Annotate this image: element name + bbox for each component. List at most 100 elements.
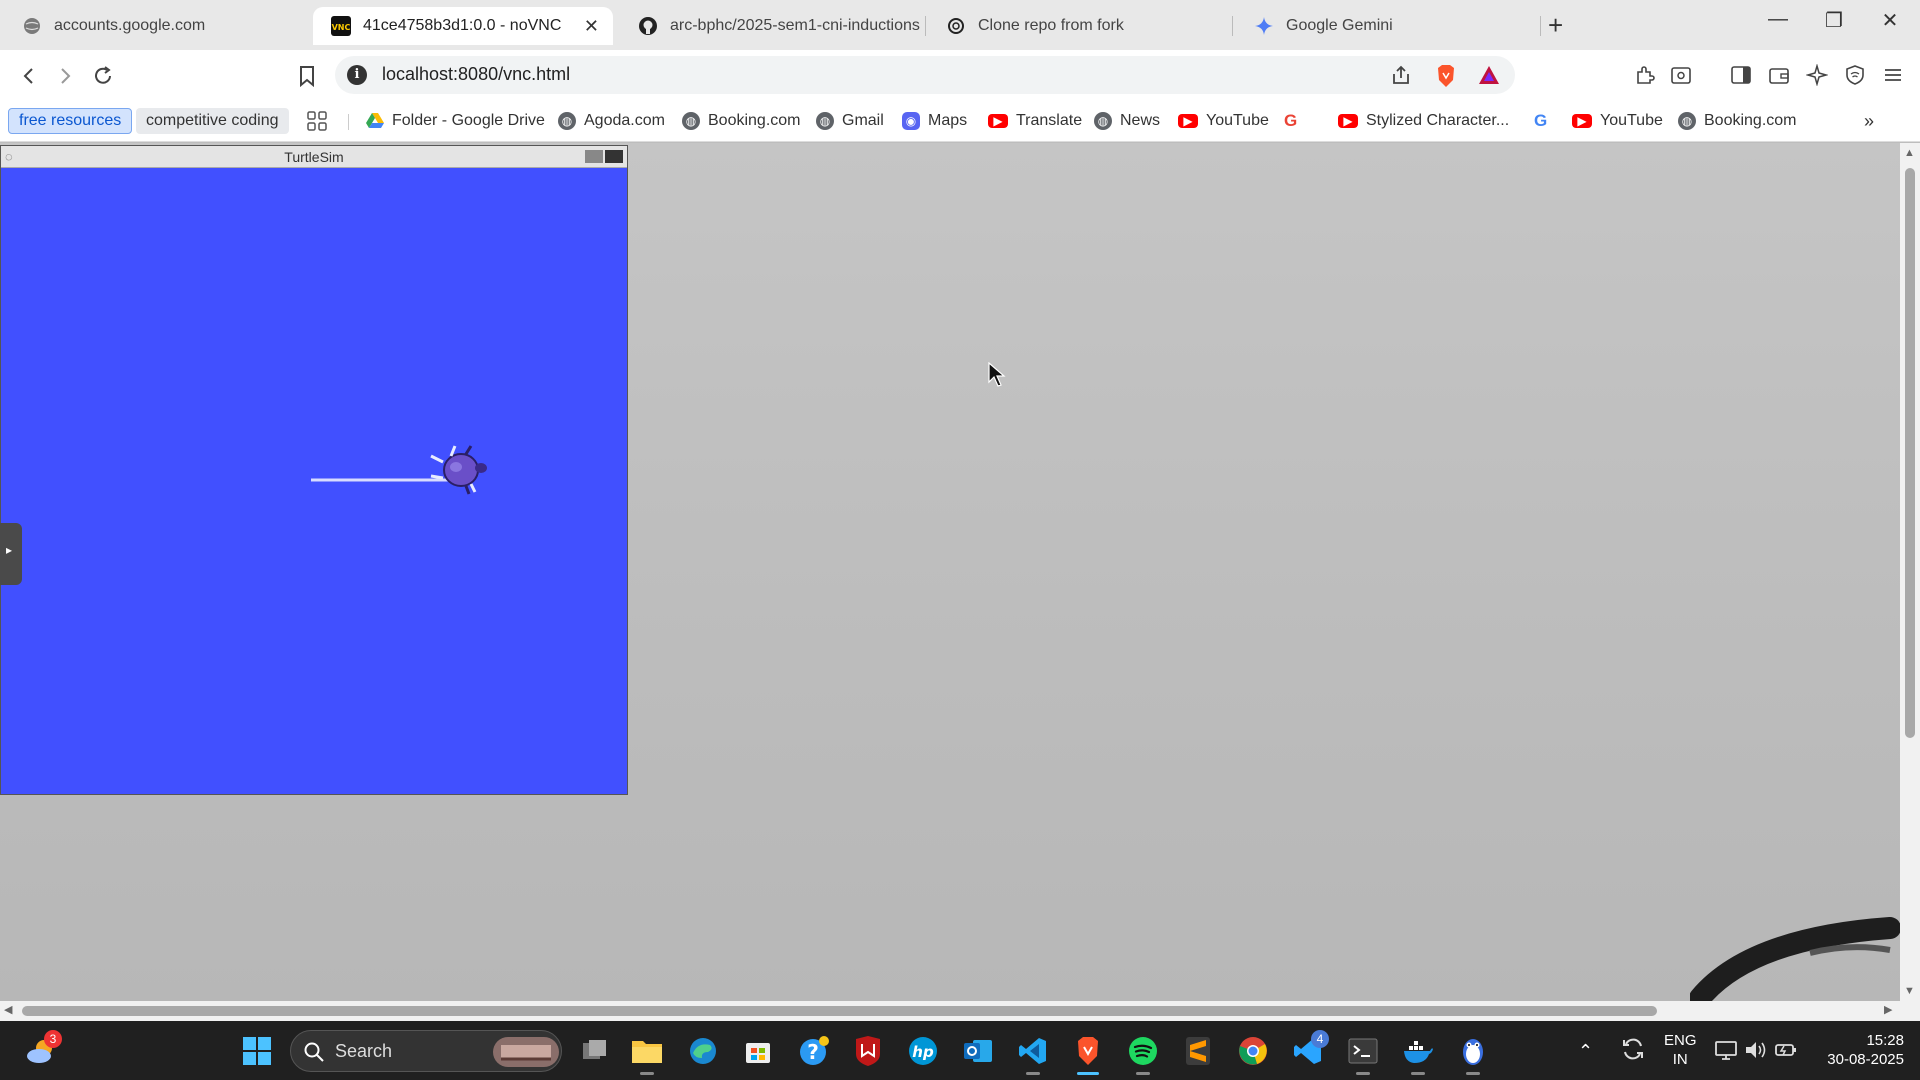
tab-novnc[interactable]: VNC 41ce4758b3d1:0.0 - noVNC ✕ — [313, 7, 613, 45]
bookmark-translate[interactable]: ▶ Translate — [988, 108, 1082, 134]
bookmark-news[interactable]: ◍ News — [1094, 108, 1160, 134]
globe-icon: ◍ — [682, 112, 700, 130]
bookmark-google-2[interactable]: G — [1534, 108, 1547, 134]
bookmark-gmail[interactable]: ◍ Gmail — [816, 108, 884, 134]
help-icon: ? — [800, 1036, 829, 1065]
bookmark-free-resources[interactable]: free resources — [8, 108, 133, 134]
url-text[interactable]: localhost:8080/vnc.html — [382, 64, 570, 85]
site-info-icon[interactable]: i — [347, 65, 367, 85]
microsoft-store-app[interactable] — [741, 1034, 775, 1068]
sublime-app[interactable] — [1181, 1034, 1215, 1068]
minimize-button[interactable]: — — [1750, 8, 1806, 31]
bookmark-button[interactable] — [292, 61, 322, 91]
bookmark-label: YouTube — [1600, 112, 1663, 129]
menu-icon[interactable] — [1880, 62, 1906, 88]
tab-search-icon[interactable] — [1668, 62, 1694, 88]
tab-title: Clone repo from fork — [978, 17, 1124, 34]
close-tab-icon[interactable]: ✕ — [584, 16, 599, 37]
scroll-left-icon[interactable]: ◀ — [4, 1003, 12, 1016]
hp-app[interactable]: hp — [906, 1034, 940, 1068]
address-bar[interactable]: i localhost:8080/vnc.html — [335, 56, 1515, 94]
mcafee-app[interactable] — [851, 1034, 885, 1068]
vertical-scroll-thumb[interactable] — [1905, 168, 1915, 738]
show-hidden-icons-chevron-icon[interactable]: ⌃ — [1578, 1041, 1593, 1080]
turtle-canvas[interactable] — [1, 168, 627, 794]
bookmark-google[interactable]: G — [1284, 108, 1297, 134]
start-button[interactable] — [240, 1034, 274, 1068]
share-icon[interactable] — [1390, 64, 1412, 92]
novnc-viewport[interactable]: ◌ TurtleSim — [0, 143, 1900, 1001]
weather-widget[interactable]: 3 — [24, 1030, 62, 1068]
vscode-app[interactable] — [1016, 1034, 1050, 1075]
network-icon[interactable] — [1714, 1039, 1738, 1080]
bookmark-booking[interactable]: ◍ Booking.com — [682, 108, 801, 134]
tab-github-repo[interactable]: arc-bphc/2025-sem1-cni-inductions — [620, 7, 920, 45]
language-code: ENG — [1664, 1032, 1697, 1049]
turtlesim-titlebar[interactable]: ◌ TurtleSim — [1, 146, 627, 168]
back-button[interactable] — [14, 61, 44, 91]
running-indicator — [640, 1072, 654, 1075]
sync-icon[interactable] — [1620, 1036, 1646, 1080]
restore-button[interactable]: ❐ — [1806, 8, 1862, 33]
bookmark-icon — [300, 66, 314, 87]
vertical-scrollbar[interactable]: ▲ ▼ — [1900, 143, 1920, 1001]
close-window-button[interactable]: ✕ — [1862, 8, 1918, 33]
horizontal-scroll-thumb[interactable] — [22, 1006, 1657, 1016]
linux-app[interactable] — [1456, 1034, 1490, 1075]
spotify-app[interactable] — [1126, 1034, 1160, 1075]
bookmark-youtube-2[interactable]: ▶ YouTube — [1572, 108, 1663, 134]
tab-chatgpt[interactable]: Clone repo from fork — [928, 7, 1228, 45]
terminal-app[interactable] — [1346, 1034, 1380, 1075]
window-buttons[interactable] — [585, 150, 623, 163]
language-indicator[interactable]: ENG IN — [1664, 1031, 1697, 1080]
window-minimize-icon[interactable] — [585, 150, 603, 163]
window-maximize-icon[interactable] — [605, 150, 623, 163]
outlook-app[interactable] — [961, 1034, 995, 1068]
brave-shields-icon[interactable] — [1435, 64, 1457, 94]
leo-ai-icon[interactable] — [1804, 62, 1830, 88]
new-tab-button[interactable]: + — [1548, 10, 1563, 41]
window-menu-icon[interactable]: ◌ — [5, 146, 13, 168]
bookmark-maps[interactable]: ◉ Maps — [902, 108, 967, 134]
bookmark-google-drive[interactable]: Folder - Google Drive — [366, 108, 545, 134]
docker-app[interactable] — [1401, 1034, 1435, 1075]
reload-button[interactable] — [88, 61, 118, 91]
sidebar-icon[interactable] — [1728, 62, 1754, 88]
tab-separator — [1540, 16, 1541, 36]
tab-gemini[interactable]: Google Gemini — [1236, 7, 1536, 45]
brave-rewards-icon[interactable] — [1477, 64, 1501, 92]
youtube-icon: ▶ — [1338, 114, 1358, 128]
volume-icon[interactable] — [1744, 1039, 1768, 1080]
bookmark-stylized-character[interactable]: ▶ Stylized Character... — [1338, 108, 1509, 134]
help-app[interactable]: ? — [797, 1034, 831, 1068]
vscode-insiders-app[interactable]: 4 — [1291, 1030, 1329, 1068]
scroll-right-icon[interactable]: ▶ — [1884, 1003, 1892, 1016]
store-icon — [746, 1043, 770, 1063]
scroll-down-icon[interactable]: ▼ — [1904, 985, 1915, 997]
wallet-icon[interactable] — [1766, 62, 1792, 88]
turtlesim-window[interactable]: ◌ TurtleSim — [0, 145, 628, 795]
tab-accounts-google[interactable]: accounts.google.com — [4, 7, 304, 45]
novnc-control-bar-handle[interactable] — [0, 523, 22, 585]
apps-grid-icon[interactable] — [306, 108, 328, 134]
discord-icon: ◉ — [902, 112, 920, 130]
bookmark-youtube[interactable]: ▶ YouTube — [1178, 108, 1269, 134]
chrome-app[interactable] — [1236, 1034, 1270, 1068]
bookmark-agoda[interactable]: ◍ Agoda.com — [558, 108, 665, 134]
file-explorer-app[interactable] — [630, 1034, 664, 1075]
clock[interactable]: 15:28 30-08-2025 — [1814, 1031, 1904, 1080]
more-bookmarks-chevron-icon[interactable]: » — [1864, 108, 1874, 134]
extensions-icon[interactable] — [1632, 62, 1658, 88]
scroll-up-icon[interactable]: ▲ — [1904, 147, 1915, 159]
bookmark-competitive-coding[interactable]: competitive coding — [136, 108, 289, 134]
folder-icon — [632, 1041, 662, 1063]
forward-button[interactable] — [50, 61, 80, 91]
horizontal-scrollbar[interactable]: ◀ ▶ — [0, 1001, 1920, 1021]
vpn-icon[interactable] — [1842, 62, 1868, 88]
battery-icon[interactable] — [1774, 1039, 1798, 1080]
brave-app[interactable] — [1071, 1034, 1105, 1075]
edge-app[interactable] — [686, 1034, 720, 1068]
taskbar-search[interactable]: Search — [290, 1030, 562, 1072]
task-view-button[interactable] — [578, 1034, 612, 1068]
bookmark-booking-2[interactable]: ◍ Booking.com — [1678, 108, 1797, 134]
